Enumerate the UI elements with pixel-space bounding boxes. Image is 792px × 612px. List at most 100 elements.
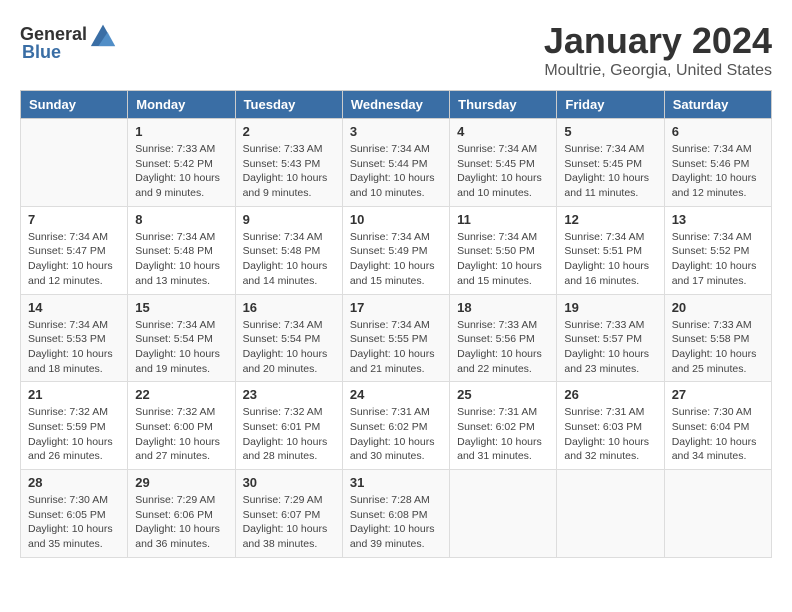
- day-info: Sunrise: 7:34 AM Sunset: 5:48 PM Dayligh…: [243, 230, 335, 289]
- calendar-week-row: 21 Sunrise: 7:32 AM Sunset: 5:59 PM Dayli…: [21, 382, 772, 470]
- column-header-tuesday: Tuesday: [235, 91, 342, 119]
- calendar-week-row: 14 Sunrise: 7:34 AM Sunset: 5:53 PM Dayli…: [21, 294, 772, 382]
- calendar-cell: 2 Sunrise: 7:33 AM Sunset: 5:43 PM Daylig…: [235, 119, 342, 207]
- day-info: Sunrise: 7:32 AM Sunset: 5:59 PM Dayligh…: [28, 405, 120, 464]
- day-number: 16: [243, 300, 335, 315]
- day-number: 24: [350, 387, 442, 402]
- column-header-friday: Friday: [557, 91, 664, 119]
- calendar-cell: 21 Sunrise: 7:32 AM Sunset: 5:59 PM Dayli…: [21, 382, 128, 470]
- calendar-week-row: 28 Sunrise: 7:30 AM Sunset: 6:05 PM Dayli…: [21, 470, 772, 558]
- day-info: Sunrise: 7:34 AM Sunset: 5:46 PM Dayligh…: [672, 142, 764, 201]
- calendar-cell: 22Sunrise: 7:32 AM Sunset: 6:00 PM Dayli…: [128, 382, 235, 470]
- day-number: 20: [672, 300, 764, 315]
- column-header-wednesday: Wednesday: [342, 91, 449, 119]
- day-info: Sunrise: 7:31 AM Sunset: 6:03 PM Dayligh…: [564, 405, 656, 464]
- calendar-cell: 1 Sunrise: 7:33 AM Sunset: 5:42 PM Daylig…: [128, 119, 235, 207]
- day-info: Sunrise: 7:33 AM Sunset: 5:56 PM Dayligh…: [457, 318, 549, 377]
- day-number: 8: [135, 212, 227, 227]
- day-info: Sunrise: 7:34 AM Sunset: 5:49 PM Dayligh…: [350, 230, 442, 289]
- column-header-saturday: Saturday: [664, 91, 771, 119]
- calendar-cell: 6 Sunrise: 7:34 AM Sunset: 5:46 PM Daylig…: [664, 119, 771, 207]
- calendar-cell: 13 Sunrise: 7:34 AM Sunset: 5:52 PM Dayli…: [664, 206, 771, 294]
- day-info: Sunrise: 7:34 AM Sunset: 5:47 PM Dayligh…: [28, 230, 120, 289]
- page-header: General Blue January 2024 Moultrie, Geor…: [20, 20, 772, 80]
- calendar-cell: 20 Sunrise: 7:33 AM Sunset: 5:58 PM Dayli…: [664, 294, 771, 382]
- day-info: Sunrise: 7:34 AM Sunset: 5:44 PM Dayligh…: [350, 142, 442, 201]
- day-info: Sunrise: 7:29 AM Sunset: 6:07 PM Dayligh…: [243, 493, 335, 552]
- calendar-cell: 7 Sunrise: 7:34 AM Sunset: 5:47 PM Daylig…: [21, 206, 128, 294]
- calendar-cell: 23 Sunrise: 7:32 AM Sunset: 6:01 PM Dayli…: [235, 382, 342, 470]
- day-info: Sunrise: 7:30 AM Sunset: 6:05 PM Dayligh…: [28, 493, 120, 552]
- month-title: January 2024: [544, 20, 772, 62]
- calendar-cell: [664, 470, 771, 558]
- calendar-cell: 19 Sunrise: 7:33 AM Sunset: 5:57 PM Dayli…: [557, 294, 664, 382]
- day-info: Sunrise: 7:32 AM Sunset: 6:01 PM Dayligh…: [243, 405, 335, 464]
- calendar-cell: 28 Sunrise: 7:30 AM Sunset: 6:05 PM Dayli…: [21, 470, 128, 558]
- logo-blue: Blue: [22, 42, 61, 63]
- day-number: 26: [564, 387, 656, 402]
- day-info: Sunrise: 7:34 AM Sunset: 5:52 PM Dayligh…: [672, 230, 764, 289]
- day-number: 30: [243, 475, 335, 490]
- day-info: Sunrise: 7:34 AM Sunset: 5:48 PM Dayligh…: [135, 230, 227, 289]
- day-info: Sunrise: 7:31 AM Sunset: 6:02 PM Dayligh…: [457, 405, 549, 464]
- day-number: 4: [457, 124, 549, 139]
- day-number: 14: [28, 300, 120, 315]
- calendar-cell: 10 Sunrise: 7:34 AM Sunset: 5:49 PM Dayli…: [342, 206, 449, 294]
- calendar-week-row: 7 Sunrise: 7:34 AM Sunset: 5:47 PM Daylig…: [21, 206, 772, 294]
- day-number: 31: [350, 475, 442, 490]
- location: Moultrie, Georgia, United States: [544, 62, 772, 80]
- day-number: 15: [135, 300, 227, 315]
- day-info: Sunrise: 7:28 AM Sunset: 6:08 PM Dayligh…: [350, 493, 442, 552]
- column-header-monday: Monday: [128, 91, 235, 119]
- day-info: Sunrise: 7:34 AM Sunset: 5:54 PM Dayligh…: [243, 318, 335, 377]
- calendar-cell: [450, 470, 557, 558]
- day-info: Sunrise: 7:33 AM Sunset: 5:57 PM Dayligh…: [564, 318, 656, 377]
- day-info: Sunrise: 7:31 AM Sunset: 6:02 PM Dayligh…: [350, 405, 442, 464]
- day-number: 2: [243, 124, 335, 139]
- calendar-cell: 15 Sunrise: 7:34 AM Sunset: 5:54 PM Dayli…: [128, 294, 235, 382]
- day-number: 10: [350, 212, 442, 227]
- calendar-cell: 17Sunrise: 7:34 AM Sunset: 5:55 PM Dayli…: [342, 294, 449, 382]
- day-number: 23: [243, 387, 335, 402]
- day-number: 6: [672, 124, 764, 139]
- calendar-cell: 29Sunrise: 7:29 AM Sunset: 6:06 PM Dayli…: [128, 470, 235, 558]
- day-number: 22: [135, 387, 227, 402]
- calendar-cell: 18 Sunrise: 7:33 AM Sunset: 5:56 PM Dayli…: [450, 294, 557, 382]
- column-header-sunday: Sunday: [21, 91, 128, 119]
- logo-icon: [89, 20, 117, 48]
- day-number: 11: [457, 212, 549, 227]
- calendar-cell: 4 Sunrise: 7:34 AM Sunset: 5:45 PM Daylig…: [450, 119, 557, 207]
- day-number: 18: [457, 300, 549, 315]
- calendar-cell: 12 Sunrise: 7:34 AM Sunset: 5:51 PM Dayli…: [557, 206, 664, 294]
- day-info: Sunrise: 7:33 AM Sunset: 5:43 PM Dayligh…: [243, 142, 335, 201]
- calendar-cell: 31 Sunrise: 7:28 AM Sunset: 6:08 PM Dayli…: [342, 470, 449, 558]
- day-info: Sunrise: 7:29 AM Sunset: 6:06 PM Dayligh…: [135, 493, 227, 552]
- day-number: 19: [564, 300, 656, 315]
- day-info: Sunrise: 7:34 AM Sunset: 5:51 PM Dayligh…: [564, 230, 656, 289]
- day-info: Sunrise: 7:34 AM Sunset: 5:53 PM Dayligh…: [28, 318, 120, 377]
- day-number: 1: [135, 124, 227, 139]
- day-number: 5: [564, 124, 656, 139]
- calendar-cell: [21, 119, 128, 207]
- calendar-cell: 25Sunrise: 7:31 AM Sunset: 6:02 PM Dayli…: [450, 382, 557, 470]
- day-info: Sunrise: 7:34 AM Sunset: 5:50 PM Dayligh…: [457, 230, 549, 289]
- calendar-cell: [557, 470, 664, 558]
- day-info: Sunrise: 7:34 AM Sunset: 5:54 PM Dayligh…: [135, 318, 227, 377]
- day-info: Sunrise: 7:34 AM Sunset: 5:45 PM Dayligh…: [564, 142, 656, 201]
- calendar-cell: 5 Sunrise: 7:34 AM Sunset: 5:45 PM Daylig…: [557, 119, 664, 207]
- day-number: 21: [28, 387, 120, 402]
- day-info: Sunrise: 7:33 AM Sunset: 5:58 PM Dayligh…: [672, 318, 764, 377]
- calendar-week-row: 1 Sunrise: 7:33 AM Sunset: 5:42 PM Daylig…: [21, 119, 772, 207]
- day-info: Sunrise: 7:33 AM Sunset: 5:42 PM Dayligh…: [135, 142, 227, 201]
- day-number: 28: [28, 475, 120, 490]
- day-info: Sunrise: 7:34 AM Sunset: 5:45 PM Dayligh…: [457, 142, 549, 201]
- calendar-cell: 24 Sunrise: 7:31 AM Sunset: 6:02 PM Dayli…: [342, 382, 449, 470]
- day-number: 3: [350, 124, 442, 139]
- day-number: 7: [28, 212, 120, 227]
- day-number: 13: [672, 212, 764, 227]
- calendar-cell: 27Sunrise: 7:30 AM Sunset: 6:04 PM Dayli…: [664, 382, 771, 470]
- calendar-cell: 26 Sunrise: 7:31 AM Sunset: 6:03 PM Dayli…: [557, 382, 664, 470]
- calendar-cell: 3 Sunrise: 7:34 AM Sunset: 5:44 PM Daylig…: [342, 119, 449, 207]
- day-number: 27: [672, 387, 764, 402]
- day-number: 12: [564, 212, 656, 227]
